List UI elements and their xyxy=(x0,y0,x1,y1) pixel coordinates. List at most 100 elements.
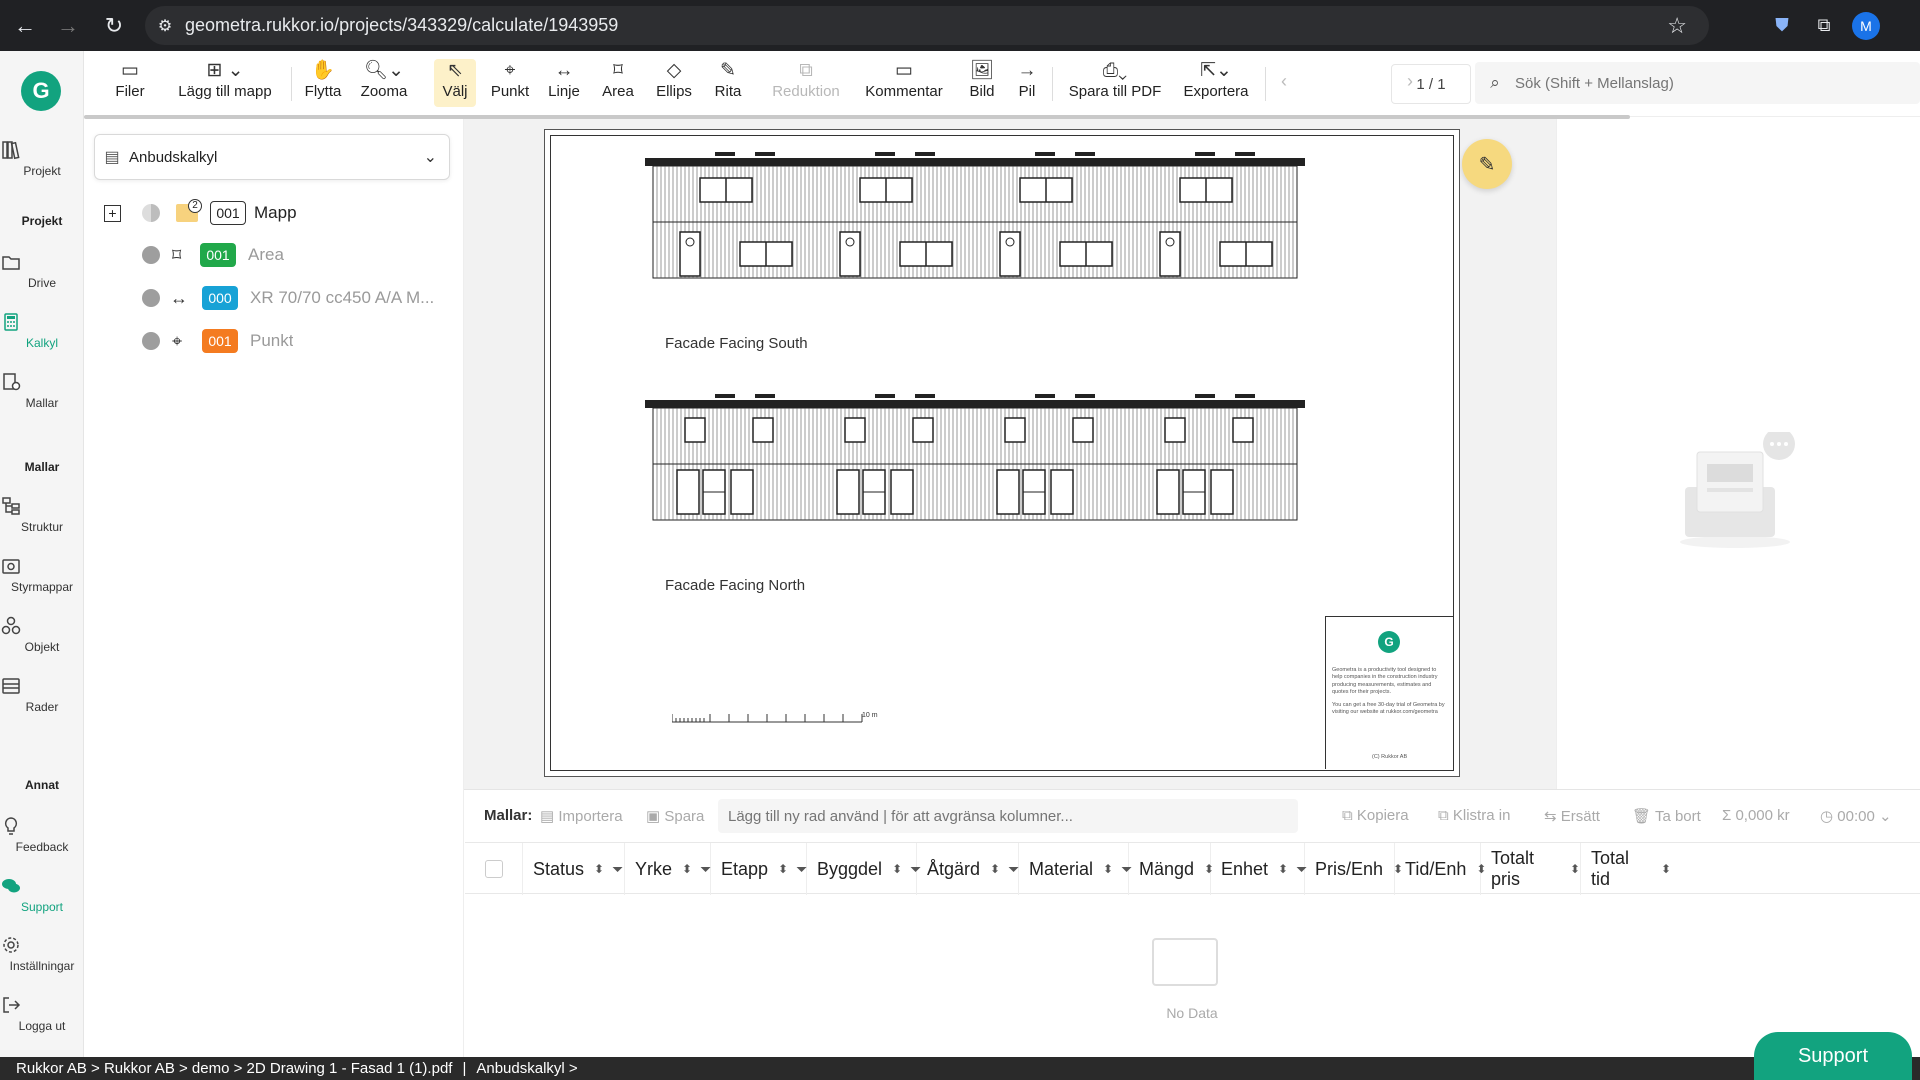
ersatt-button[interactable]: ⇆ Ersätt xyxy=(1544,807,1600,825)
sidebar-item-feedback[interactable]: Feedback xyxy=(0,815,84,854)
sidebar-item-support[interactable]: Support xyxy=(0,875,84,914)
new-row-input[interactable] xyxy=(718,799,1298,833)
sidebar-item-drive[interactable]: Drive xyxy=(0,251,84,290)
calculation-select-value: Anbudskalkyl xyxy=(129,148,218,166)
sort-icon[interactable]: ⬍ xyxy=(1103,862,1113,876)
filter-icon[interactable]: ⏷ xyxy=(700,861,711,878)
profile-avatar[interactable]: M xyxy=(1852,11,1880,40)
sidebar-item-installningar[interactable]: Inställningar xyxy=(0,934,84,973)
tool-spara-till-pdf[interactable]: ⎙⌄ Spara till PDF xyxy=(1059,59,1171,107)
sort-icon[interactable]: ⬍ xyxy=(778,862,788,876)
measure-tool-button[interactable]: ✎ xyxy=(1462,139,1512,189)
breadcrumb-calculation[interactable]: Anbudskalkyl > xyxy=(476,1060,577,1077)
tree-row-line[interactable]: ↔ 000 XR 70/70 cc450 A/A M... xyxy=(84,283,464,313)
column-atgard[interactable]: Åtgärd ⬍ ⏷ xyxy=(917,843,1019,895)
sidebar-item-objekt[interactable]: Objekt xyxy=(0,615,84,654)
url-text[interactable]: geometra.rukkor.io/projects/343329/calcu… xyxy=(185,15,618,36)
tool-area[interactable]: ⌑ Area xyxy=(598,59,638,107)
extension-shield-icon[interactable]: ⛊ xyxy=(1768,12,1796,40)
sort-icon[interactable]: ⬍ xyxy=(682,862,692,876)
tool-exportera[interactable]: ⇱⌄ Exportera xyxy=(1178,59,1254,107)
tool-reduktion[interactable]: ⧉ Reduktion xyxy=(767,59,845,107)
status-dot[interactable] xyxy=(142,332,160,350)
sidebar-item-projekt[interactable]: Projekt xyxy=(0,139,84,178)
column-material[interactable]: Material ⬍ ⏷ xyxy=(1019,843,1132,895)
tree-row-mapp[interactable]: + 2 001 Mapp xyxy=(84,198,464,228)
ta-bort-button[interactable]: 🗑︎ Ta bort xyxy=(1632,807,1701,825)
tool-flytta[interactable]: ✋ Flytta xyxy=(298,59,348,107)
importera-button[interactable]: ▤ Importera xyxy=(540,807,623,825)
save-icon: ▣ xyxy=(646,808,665,825)
column-total-tid[interactable]: Total tid ⬍ xyxy=(1581,843,1671,895)
status-dot[interactable] xyxy=(142,204,160,222)
sidebar-item-rader[interactable]: Rader xyxy=(0,675,84,714)
filter-icon[interactable]: ⏷ xyxy=(1008,861,1019,878)
column-etapp[interactable]: Etapp ⬍ ⏷ xyxy=(711,843,807,895)
facade-south-elevation[interactable] xyxy=(645,150,1305,300)
sidebar-item-styrmappar[interactable]: Styrmappar xyxy=(0,555,84,594)
filter-icon[interactable]: ⏷ xyxy=(796,861,807,878)
tool-pil[interactable]: → Pil xyxy=(1012,59,1042,107)
sort-icon[interactable]: ⬍ xyxy=(594,862,604,876)
total-time-summary[interactable]: ◷ 00:00 ⌄ xyxy=(1820,807,1892,825)
expand-icon[interactable]: + xyxy=(104,204,121,222)
tool-linje[interactable]: ↔ Linje xyxy=(543,59,585,107)
select-all-checkbox[interactable] xyxy=(485,860,503,878)
sidebar-item-logga-ut[interactable]: Logga ut xyxy=(0,994,84,1033)
tool-punkt[interactable]: ⌖ Punkt xyxy=(487,59,533,107)
window xyxy=(912,417,934,443)
tool-valj[interactable]: ⇖ Välj xyxy=(434,59,476,107)
app-logo[interactable]: G xyxy=(21,71,61,111)
search-box[interactable]: ⌕ xyxy=(1475,62,1920,104)
column-status[interactable]: Status ⬍ ⏷ xyxy=(523,843,625,895)
column-mangd[interactable]: Mängd ⬍ xyxy=(1129,843,1214,895)
sort-icon[interactable]: ⬍ xyxy=(1278,862,1288,876)
tool-zooma[interactable]: 🔍︎⌄ Zooma xyxy=(355,59,413,107)
column-tid-enh[interactable]: Tid/Enh ⬍ xyxy=(1395,843,1486,895)
next-page-icon[interactable]: › xyxy=(1407,71,1413,92)
column-pris-enh[interactable]: Pris/Enh ⬍ xyxy=(1305,843,1403,895)
spara-button[interactable]: ▣ Spara xyxy=(646,807,704,825)
tool-kommentar[interactable]: ▭ Kommentar xyxy=(859,59,949,107)
address-bar[interactable]: ⚙ geometra.rukkor.io/projects/343329/cal… xyxy=(145,6,1709,45)
breadcrumb[interactable]: Rukkor AB > Rukkor AB > demo > 2D Drawin… xyxy=(16,1060,452,1077)
column-enhet[interactable]: Enhet ⬍ ⏷ xyxy=(1211,843,1307,895)
roof-vent xyxy=(1035,152,1055,156)
status-dot[interactable] xyxy=(142,289,160,307)
calculation-select[interactable]: ▤ Anbudskalkyl ⌄ xyxy=(94,134,450,180)
tool-lagg-till-mapp[interactable]: ⊞ ⌄ Lägg till mapp xyxy=(170,59,280,107)
column-byggdel[interactable]: Byggdel ⬍ ⏷ xyxy=(807,843,921,895)
sort-icon[interactable]: ⬍ xyxy=(1661,862,1671,876)
klistra-in-button[interactable]: ⧉ Klistra in xyxy=(1438,807,1510,824)
tool-bild[interactable]: 🖼︎ Bild xyxy=(964,59,1000,107)
sidebar-item-kalkyl[interactable]: Kalkyl xyxy=(0,311,84,350)
prev-page-icon[interactable]: ‹ xyxy=(1281,71,1287,92)
drawing-sheet[interactable]: Facade Facing South Facade Facing North … xyxy=(544,129,1460,777)
sidebar-item-mallar[interactable]: Mallar xyxy=(0,371,84,410)
bookmark-star-icon[interactable]: ☆ xyxy=(1667,13,1687,39)
support-button[interactable]: Support xyxy=(1754,1032,1912,1080)
tool-rita[interactable]: ✎ Rita xyxy=(708,59,748,107)
column-yrke[interactable]: Yrke ⬍ ⏷ xyxy=(625,843,711,895)
reload-icon[interactable]: ↻ xyxy=(94,6,134,46)
forward-icon[interactable]: → xyxy=(48,6,88,46)
facade-north-elevation[interactable] xyxy=(645,392,1305,542)
sort-icon[interactable]: ⬍ xyxy=(892,862,902,876)
site-settings-icon[interactable]: ⚙ xyxy=(145,16,185,36)
sidebar-item-struktur[interactable]: Struktur xyxy=(0,495,84,534)
tool-filer[interactable]: ▭ Filer xyxy=(108,59,152,107)
status-dot[interactable] xyxy=(142,246,160,264)
sort-icon[interactable]: ⬍ xyxy=(990,862,1000,876)
column-totalt-pris[interactable]: Totalt pris ⬍ xyxy=(1481,843,1581,895)
tool-ellips[interactable]: ◇ Ellips xyxy=(650,59,698,107)
back-icon[interactable]: ← xyxy=(5,6,45,46)
kopiera-button[interactable]: ⧉ Kopiera xyxy=(1342,807,1409,824)
tree-row-area[interactable]: ⌑ 001 Area xyxy=(84,240,464,270)
extensions-puzzle-icon[interactable]: ⧉ xyxy=(1810,12,1838,40)
tree-row-punkt[interactable]: ⌖ 001 Punkt xyxy=(84,326,464,356)
search-input[interactable] xyxy=(1515,74,1895,92)
filter-icon[interactable]: ⏷ xyxy=(612,861,623,878)
drawing-canvas[interactable]: Facade Facing South Facade Facing North … xyxy=(464,119,1556,789)
sort-icon[interactable]: ⬍ xyxy=(1570,862,1580,876)
page-indicator[interactable]: 1 / 1 xyxy=(1391,64,1471,104)
